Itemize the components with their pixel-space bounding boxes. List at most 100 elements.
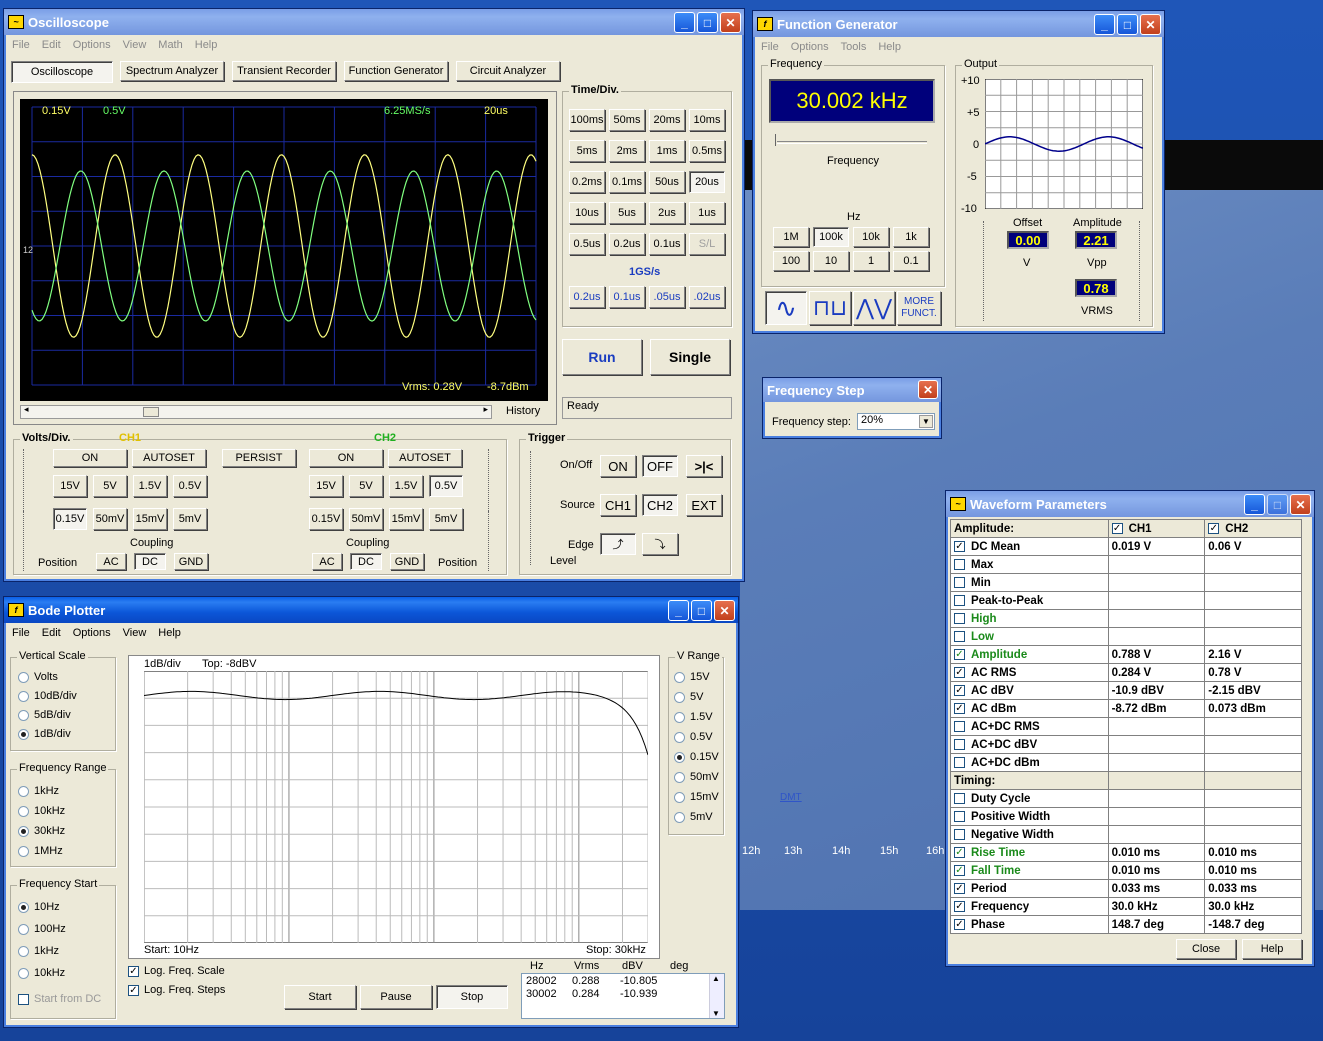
- scope-scrollbar[interactable]: ◂ ▸: [20, 404, 492, 419]
- radio-icon[interactable]: [18, 967, 29, 979]
- menu-help[interactable]: Help: [195, 39, 218, 51]
- ch1-volts-button[interactable]: 50mV: [93, 508, 127, 530]
- radio-icon[interactable]: [18, 785, 29, 797]
- bode-start-button[interactable]: Start: [284, 985, 356, 1009]
- timediv-button[interactable]: 0.5ms: [689, 140, 725, 162]
- ch1-offset-slider[interactable]: [23, 449, 31, 511]
- run-button[interactable]: Run: [562, 339, 642, 375]
- radio-icon[interactable]: [674, 711, 685, 723]
- timediv-button[interactable]: 2us: [649, 202, 685, 224]
- more-functions-button[interactable]: MORE FUNCT.: [897, 291, 941, 325]
- trigger-ext-button[interactable]: EXT: [686, 494, 722, 516]
- frequency-range-button[interactable]: 1M: [773, 227, 809, 247]
- param-checkbox[interactable]: ✓: [954, 648, 965, 660]
- vertical-scale-radio[interactable]: 10dB/div: [18, 690, 77, 702]
- param-checkbox[interactable]: ✓: [954, 540, 965, 552]
- timediv-button[interactable]: 50us: [649, 171, 685, 193]
- bode-titlebar[interactable]: f Bode Plotter _ □ ✕: [4, 597, 738, 623]
- timediv-button[interactable]: 10ms: [689, 109, 725, 131]
- ch1-volts-button[interactable]: 5mV: [173, 508, 207, 530]
- falling-edge-icon[interactable]: ⤵: [642, 533, 678, 555]
- menu-help[interactable]: Help: [158, 627, 181, 639]
- menu-help[interactable]: Help: [878, 41, 901, 53]
- radio-icon[interactable]: [674, 811, 685, 823]
- close-icon[interactable]: ✕: [918, 380, 938, 399]
- ch1-volts-button[interactable]: 1.5V: [133, 475, 167, 497]
- frequency-range-button[interactable]: 100: [773, 251, 809, 271]
- frequency-range-radio[interactable]: 1kHz: [18, 785, 59, 797]
- radio-icon[interactable]: [18, 901, 29, 913]
- gs-timediv-button[interactable]: .05us: [649, 286, 685, 308]
- minimize-icon[interactable]: _: [1094, 14, 1115, 35]
- wp-titlebar[interactable]: ~ Waveform Parameters _ □ ✕: [946, 491, 1314, 517]
- frequency-start-radio[interactable]: 100Hz: [18, 923, 66, 935]
- ch2-gnd-button[interactable]: GND: [390, 553, 424, 570]
- dmt-link[interactable]: DMT: [780, 792, 802, 803]
- trigger-ch2-button[interactable]: CH2: [642, 494, 678, 516]
- frequency-slider-thumb[interactable]: [775, 134, 779, 146]
- minimize-icon[interactable]: _: [668, 600, 689, 621]
- timediv-button[interactable]: S/L: [689, 233, 725, 255]
- param-checkbox[interactable]: ✓: [954, 900, 965, 912]
- close-icon[interactable]: ✕: [1290, 494, 1311, 515]
- param-checkbox[interactable]: [954, 720, 965, 732]
- radio-icon[interactable]: [18, 845, 29, 857]
- trigger-auto-button[interactable]: >|<: [686, 455, 722, 477]
- param-checkbox[interactable]: [954, 756, 965, 768]
- timediv-button[interactable]: 0.2us: [609, 233, 645, 255]
- timediv-button[interactable]: 0.1us: [649, 233, 685, 255]
- scroll-right-icon[interactable]: ▸: [483, 404, 488, 415]
- timediv-button[interactable]: 1ms: [649, 140, 685, 162]
- radio-icon[interactable]: [674, 731, 685, 743]
- param-checkbox[interactable]: ✓: [954, 918, 965, 930]
- offset-slider[interactable]: [983, 221, 991, 321]
- scroll-left-icon[interactable]: ◂: [24, 404, 29, 415]
- param-checkbox[interactable]: [954, 612, 965, 624]
- ch2-on-button[interactable]: ON: [309, 449, 383, 467]
- gs-timediv-button[interactable]: .02us: [689, 286, 725, 308]
- timediv-button[interactable]: 0.5us: [569, 233, 605, 255]
- timediv-button[interactable]: 20us: [689, 171, 725, 193]
- tab-circuit-analyzer[interactable]: Circuit Analyzer: [456, 61, 560, 81]
- chevron-down-icon[interactable]: ▼: [919, 415, 933, 428]
- help-button[interactable]: Help: [1242, 939, 1302, 959]
- param-checkbox[interactable]: ✓: [954, 666, 965, 678]
- rising-edge-icon[interactable]: ⤴: [600, 533, 636, 555]
- param-checkbox[interactable]: ✓: [1208, 522, 1220, 534]
- trigger-level-slider[interactable]: [530, 451, 538, 565]
- tab-function-generator[interactable]: Function Generator: [344, 61, 448, 81]
- chevron-up-icon[interactable]: ▲: [712, 974, 720, 983]
- ch1-dc-button[interactable]: DC: [134, 553, 166, 570]
- v-range-radio[interactable]: 15V: [674, 671, 710, 683]
- v-range-radio[interactable]: 50mV: [674, 771, 719, 783]
- ch1-position-slider[interactable]: [23, 511, 31, 571]
- frequency-slider[interactable]: [775, 134, 927, 146]
- vertical-scale-radio[interactable]: 1dB/div: [18, 728, 71, 740]
- frequency-range-radio[interactable]: 1MHz: [18, 845, 63, 857]
- param-checkbox[interactable]: ✓: [954, 702, 965, 714]
- square-wave-icon[interactable]: ⊓⊔: [809, 291, 851, 325]
- param-checkbox[interactable]: [954, 630, 965, 642]
- param-checkbox[interactable]: ✓: [1111, 522, 1123, 534]
- timediv-button[interactable]: 50ms: [609, 109, 645, 131]
- ch2-volts-button[interactable]: 15mV: [389, 508, 423, 530]
- ch1-on-button[interactable]: ON: [53, 449, 127, 467]
- menu-math[interactable]: Math: [158, 39, 182, 51]
- close-icon[interactable]: ✕: [720, 12, 741, 33]
- history-label[interactable]: History: [506, 405, 540, 417]
- timediv-button[interactable]: 5us: [609, 202, 645, 224]
- menu-edit[interactable]: Edit: [42, 627, 61, 639]
- trigger-ch1-button[interactable]: CH1: [600, 494, 636, 516]
- radio-icon[interactable]: [674, 751, 685, 763]
- ch2-volts-button[interactable]: 50mV: [349, 508, 383, 530]
- frequency-range-radio[interactable]: 30kHz: [18, 825, 65, 837]
- timediv-button[interactable]: 20ms: [649, 109, 685, 131]
- menu-options[interactable]: Options: [73, 39, 111, 51]
- ch1-volts-button[interactable]: 15mV: [133, 508, 167, 530]
- menu-options[interactable]: Options: [73, 627, 111, 639]
- trigger-on-button[interactable]: ON: [600, 455, 636, 477]
- ch1-ac-button[interactable]: AC: [96, 553, 126, 570]
- timediv-button[interactable]: 2ms: [609, 140, 645, 162]
- ch1-volts-button[interactable]: 5V: [93, 475, 127, 497]
- ch1-volts-button[interactable]: 0.5V: [173, 475, 207, 497]
